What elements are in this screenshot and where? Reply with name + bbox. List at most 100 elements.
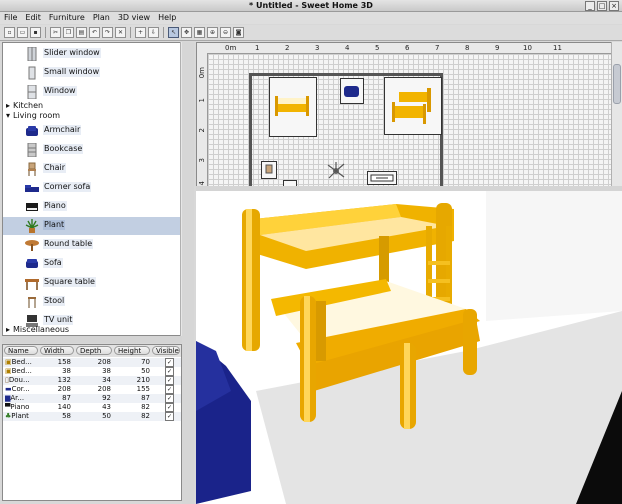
- plan-bunk-bed[interactable]: [384, 77, 442, 135]
- expand-arrow-icon: ▸: [6, 325, 11, 334]
- create-photo-icon[interactable]: ◙: [233, 27, 244, 38]
- visible-checkbox[interactable]: ✓: [165, 358, 174, 367]
- column-header-height[interactable]: Height: [114, 346, 150, 355]
- wall[interactable]: [249, 73, 443, 76]
- catalog-item-small-window[interactable]: Small window: [3, 64, 181, 82]
- visible-checkbox[interactable]: ✓: [165, 412, 174, 421]
- close-button[interactable]: ×: [609, 1, 619, 11]
- zoom-out-icon[interactable]: ⊖: [220, 27, 231, 38]
- catalog-item-round-table[interactable]: Round table: [3, 236, 181, 254]
- pan-icon[interactable]: ✥: [181, 27, 192, 38]
- maximize-button[interactable]: □: [597, 1, 607, 11]
- minimize-button[interactable]: _: [585, 1, 595, 11]
- menu-3d-view[interactable]: 3D view: [114, 12, 154, 24]
- delete-icon[interactable]: ✕: [115, 27, 126, 38]
- menu-furniture[interactable]: Furniture: [45, 12, 89, 24]
- import-icon[interactable]: ⇩: [148, 27, 159, 38]
- column-header-depth[interactable]: Depth: [76, 346, 112, 355]
- plan-bed[interactable]: [269, 77, 317, 137]
- catalog-item-armchair[interactable]: Armchair: [3, 122, 181, 140]
- table-row[interactable]: ▆Ar... 87 92 87 ✓: [3, 394, 181, 403]
- menu-plan[interactable]: Plan: [89, 12, 114, 24]
- visible-checkbox[interactable]: ✓: [165, 385, 174, 394]
- corner-sofa-icon: ▬: [5, 385, 12, 393]
- visible-checkbox[interactable]: ✓: [165, 367, 174, 376]
- paste-icon[interactable]: ▤: [76, 27, 87, 38]
- column-header-width[interactable]: Width: [40, 346, 74, 355]
- furniture-table: Name Width Depth Height Visible ▣Bed... …: [2, 344, 182, 501]
- collapse-arrow-icon: ▾: [6, 111, 11, 120]
- table-row[interactable]: ▬Cor... 208 208 155 ✓: [3, 385, 181, 394]
- armchair-icon: [26, 126, 38, 136]
- bunk-bed-icon: [392, 88, 431, 124]
- horizontal-ruler: 0m 1 2 3 4 5 6 7 8 9 10 11: [197, 43, 611, 54]
- menu-help[interactable]: Help: [154, 12, 180, 24]
- window-icon: [28, 66, 36, 80]
- catalog-item-plant[interactable]: Plant: [3, 217, 181, 235]
- plan-chair[interactable]: [261, 161, 277, 179]
- table-row[interactable]: ▣Bed... 38 38 50 ✓: [3, 367, 181, 376]
- plan-armchair[interactable]: [340, 78, 364, 104]
- cut-icon[interactable]: ✂: [50, 27, 61, 38]
- column-header-name[interactable]: Name: [4, 346, 38, 355]
- plant-icon: [327, 162, 345, 179]
- create-walls-icon[interactable]: ▦: [194, 27, 205, 38]
- plant-icon: [25, 219, 39, 233]
- title-bar: * Untitled - Sweet Home 3D _ □ ×: [0, 0, 622, 12]
- category-miscellaneous[interactable]: ▸ Miscellaneous: [6, 325, 69, 335]
- main-splitter[interactable]: [182, 42, 194, 504]
- save-icon[interactable]: ▪: [30, 27, 41, 38]
- window-icon: [27, 47, 37, 61]
- furniture-catalog: Slider window Small window Window ▸ Kitch…: [2, 42, 182, 336]
- catalog-item-piano[interactable]: Piano: [3, 198, 181, 216]
- select-icon[interactable]: ↖: [168, 27, 179, 38]
- copy-icon[interactable]: ❐: [63, 27, 74, 38]
- wall[interactable]: [249, 73, 252, 187]
- catalog-item-bookcase[interactable]: Bookcase: [3, 141, 181, 159]
- table-row[interactable]: ♣Plant 58 50 82 ✓: [3, 412, 181, 421]
- menu-edit[interactable]: Edit: [21, 12, 45, 24]
- 3d-view[interactable]: [196, 191, 622, 504]
- left-pane-splitter[interactable]: [2, 336, 188, 343]
- visible-checkbox[interactable]: ✓: [165, 394, 174, 403]
- undo-icon[interactable]: ↶: [89, 27, 100, 38]
- catalog-item-slider-window[interactable]: Slider window: [3, 45, 181, 63]
- zoom-in-icon[interactable]: ⊕: [207, 27, 218, 38]
- vertical-ruler: 0m 1 2 3 4: [197, 53, 208, 187]
- plan-tv-unit[interactable]: [367, 171, 397, 185]
- plan-scrollbar-thumb[interactable]: [613, 64, 621, 104]
- piano-icon: [26, 203, 38, 211]
- bed-icon: ▣: [5, 367, 12, 375]
- catalog-item-corner-sofa[interactable]: Corner sofa: [3, 179, 181, 197]
- menu-bar: File Edit Furniture Plan 3D view Help: [0, 12, 622, 24]
- redo-icon[interactable]: ↷: [102, 27, 113, 38]
- catalog-item-chair[interactable]: Chair: [3, 160, 181, 178]
- chair-icon: [265, 164, 273, 174]
- corner-sofa-icon: [25, 185, 39, 192]
- plan-scrollbar[interactable]: [611, 42, 622, 188]
- table-row[interactable]: ▣Bed... 158 208 70 ✓: [3, 358, 181, 367]
- catalog-item-stool[interactable]: Stool: [3, 293, 181, 311]
- visible-checkbox[interactable]: ✓: [165, 403, 174, 412]
- plan-view[interactable]: 0m 1 2 3 4 5 6 7 8 9 10 11 0m 1 2 3 4: [196, 42, 612, 188]
- category-living-room[interactable]: ▾ Living room: [6, 111, 60, 121]
- category-kitchen[interactable]: ▸ Kitchen: [6, 101, 43, 111]
- table-row[interactable]: ▯Dou... 132 34 210 ✓: [3, 376, 181, 385]
- column-header-visible[interactable]: Visible: [152, 346, 180, 355]
- table-row[interactable]: ▀Piano 140 43 82 ✓: [3, 403, 181, 412]
- plan-plant[interactable]: [325, 161, 347, 181]
- catalog-item-sofa[interactable]: Sofa: [3, 255, 181, 273]
- armchair-icon: [344, 86, 359, 97]
- menu-file[interactable]: File: [0, 12, 21, 24]
- add-furniture-icon[interactable]: +: [135, 27, 146, 38]
- bed-icon: ▣: [5, 358, 12, 366]
- open-icon[interactable]: ▭: [17, 27, 28, 38]
- table-header: Name Width Depth Height Visible: [3, 345, 181, 357]
- catalog-item-square-table[interactable]: Square table: [3, 274, 181, 292]
- expand-arrow-icon: ▸: [6, 101, 11, 110]
- chair-icon: [28, 162, 36, 176]
- visible-checkbox[interactable]: ✓: [165, 376, 174, 385]
- catalog-item-window[interactable]: Window: [3, 83, 181, 101]
- new-icon[interactable]: ▫: [4, 27, 15, 38]
- toolbar-separator: [45, 27, 46, 38]
